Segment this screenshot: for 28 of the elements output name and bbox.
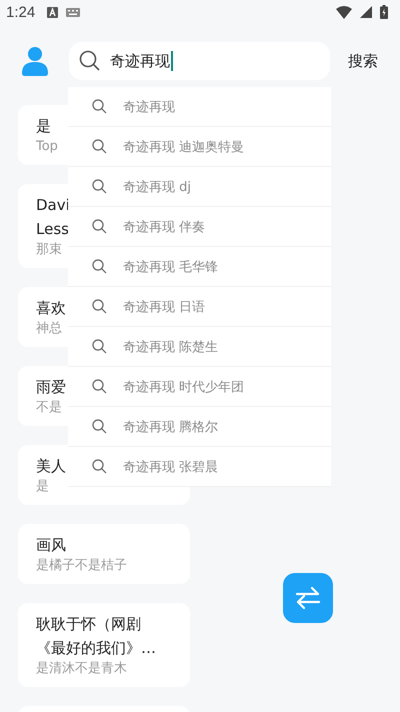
- song-title: Less: [36, 219, 69, 240]
- suggestion-text: 奇迹再现 dj: [123, 178, 191, 196]
- song-title: Davi: [36, 195, 70, 216]
- search-query: 奇迹再现: [110, 52, 170, 70]
- song-title: 是: [36, 116, 51, 137]
- suggestion-text: 奇迹再现: [123, 98, 175, 116]
- suggestion-text: 奇迹再现 时代少年团: [123, 378, 244, 396]
- song-title: 《最好的我们》…: [36, 638, 156, 659]
- song-artist: 不是: [36, 399, 62, 417]
- suggestion-text: 奇迹再现 陈楚生: [123, 338, 218, 356]
- suggestion-text: 奇迹再现 毛华锋: [123, 258, 218, 276]
- suggestion-text: 奇迹再现 腾格尔: [123, 418, 218, 436]
- song-artist: 是橘子不是桔子: [36, 557, 127, 575]
- song-title: 喜欢: [36, 298, 66, 319]
- suggestion-text: 奇迹再现 伴奏: [123, 218, 206, 236]
- status-time: 1:24: [6, 4, 36, 20]
- suggestion-text: 奇迹再现 张碧晨: [123, 458, 218, 476]
- suggestion-text: 奇迹再现 日语: [123, 298, 206, 316]
- song-artist: Top: [36, 138, 58, 156]
- song-title: 耿耿于怀（网剧: [36, 614, 141, 635]
- song-artist: 是清沐不是青木: [36, 660, 127, 678]
- suggestion-text: 奇迹再现 迪迦奥特曼: [123, 138, 244, 156]
- song-title: 美人: [36, 456, 66, 477]
- song-title: 雨爱: [36, 377, 66, 398]
- song-artist: 那束: [36, 241, 62, 259]
- song-title: 画风: [36, 535, 66, 556]
- song-artist: 是: [36, 478, 49, 496]
- song-artist: 神总: [36, 320, 62, 338]
